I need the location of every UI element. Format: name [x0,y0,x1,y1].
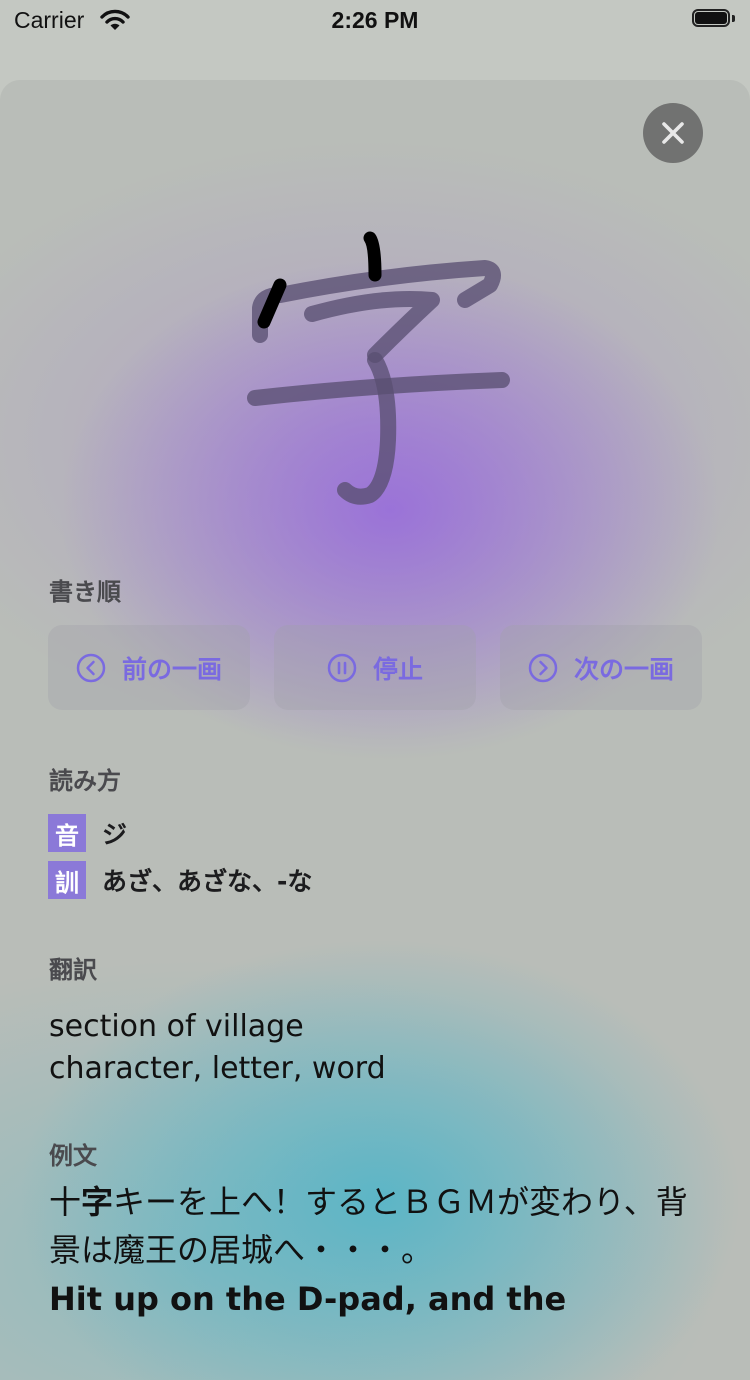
stop-button[interactable]: 停止 [274,625,476,710]
chevron-left-circle-icon [76,653,106,682]
translation-text: section of village character, letter, wo… [49,1006,386,1090]
status-time: 2:26 PM [331,7,419,33]
example-jp-after: キーを上へ！するとＢＧＭが変わり、背景は魔王の居城へ・・・。 [49,1183,688,1269]
on-reading-row: 音 ジ [48,814,127,852]
translation-line: section of village [49,1009,304,1044]
next-stroke-label: 次の一画 [573,654,674,684]
battery-icon [692,9,736,29]
example-label: 例文 [49,1142,97,1170]
example-sentence-en: Hit up on the D-pad, and the [49,1280,567,1318]
example-sentence-jp: 十字キーを上へ！するとＢＧＭが変わり、背景は魔王の居城へ・・・。 [49,1178,699,1274]
kanji-stroke-canvas[interactable] [200,200,550,530]
prev-stroke-button[interactable]: 前の一画 [48,625,250,710]
stroke-order-label: 書き順 [49,578,121,606]
kun-reading-row: 訓 あざ、あざな、-な [48,861,312,899]
kun-reading-text: あざ、あざな、-な [102,867,313,896]
translation-line: character, letter, word [49,1051,386,1086]
pause-circle-icon [327,653,357,682]
example-jp-before: 十 [49,1183,82,1221]
stop-label: 停止 [372,654,423,684]
translation-label: 翻訳 [49,956,97,984]
readings-label: 読み方 [49,767,121,795]
on-reading-badge: 音 [48,814,86,852]
prev-stroke-label: 前の一画 [121,654,222,684]
kun-reading-badge: 訓 [48,861,86,899]
status-bar: Carrier 2:26 PM [0,0,750,40]
next-stroke-button[interactable]: 次の一画 [500,625,702,710]
example-jp-highlight: 字 [81,1183,114,1221]
chevron-right-circle-icon [528,653,558,682]
close-icon [662,122,684,144]
close-button[interactable] [643,103,703,163]
on-reading-text: ジ [102,820,128,849]
stroke-order-controls: 前の一画 停止 次の一画 [48,625,702,710]
